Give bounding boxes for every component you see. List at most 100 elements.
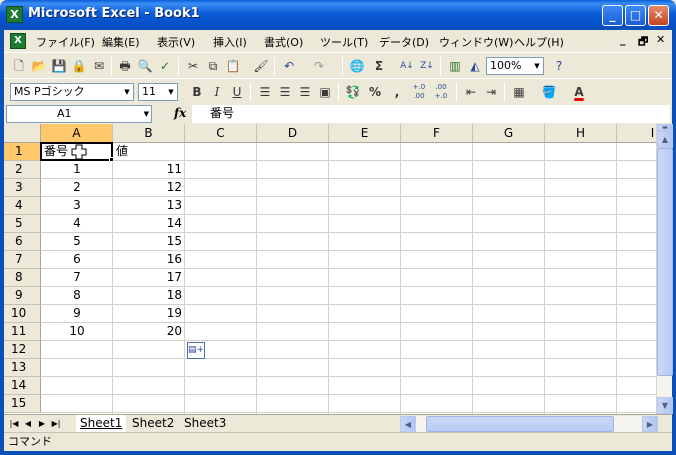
column-header-g[interactable]: G xyxy=(473,124,545,143)
cell-b2[interactable]: 11 xyxy=(113,161,185,179)
email-icon[interactable]: ✉ xyxy=(90,57,108,75)
paste-icon[interactable]: 📋 xyxy=(224,57,242,75)
cell-a8[interactable]: 7 xyxy=(41,269,113,287)
cell-a10[interactable]: 9 xyxy=(41,305,113,323)
last-sheet-button[interactable]: ▶| xyxy=(50,417,62,430)
cell-b6[interactable]: 15 xyxy=(113,233,185,251)
column-header-h[interactable]: H xyxy=(545,124,617,143)
italic-button[interactable]: I xyxy=(208,83,226,101)
row-header-12[interactable]: 12 xyxy=(4,341,41,359)
row-header-9[interactable]: 9 xyxy=(4,287,41,305)
font-color-button[interactable]: A xyxy=(570,83,588,101)
autosum-icon[interactable]: Σ xyxy=(370,57,388,75)
vertical-scroll-thumb[interactable] xyxy=(657,148,673,376)
paste-options-icon[interactable]: ▤+ xyxy=(187,342,205,359)
percent-button[interactable]: % xyxy=(366,83,384,101)
cell-b11[interactable]: 20 xyxy=(113,323,185,341)
currency-icon[interactable]: 💱 xyxy=(344,83,362,101)
cell-a6[interactable]: 5 xyxy=(41,233,113,251)
column-header-i[interactable]: I xyxy=(617,124,656,143)
row-header-7[interactable]: 7 xyxy=(4,251,41,269)
sheet-tab-sheet2[interactable]: Sheet2 xyxy=(128,415,178,432)
cell-b5[interactable]: 14 xyxy=(113,215,185,233)
permission-icon[interactable]: 🔒 xyxy=(70,57,88,75)
menu-insert[interactable]: 挿入(I) xyxy=(213,34,247,50)
cell-a9[interactable]: 8 xyxy=(41,287,113,305)
select-all-corner[interactable] xyxy=(4,124,41,143)
open-icon[interactable]: 📂 xyxy=(30,57,48,75)
worksheet-grid[interactable]: A B C D E F G H I 1 2 3 4 5 6 7 8 9 10 11 12 13 14 15 番号値 1 11 2 12 3… xyxy=(4,124,656,414)
horizontal-scroll-thumb[interactable] xyxy=(426,416,614,432)
doc-minimize-button[interactable]: _ xyxy=(620,33,626,46)
cell-a7[interactable]: 6 xyxy=(41,251,113,269)
font-size-dropdown[interactable]: 11 ▼ xyxy=(138,83,178,101)
cell-b9[interactable]: 18 xyxy=(113,287,185,305)
row-header-6[interactable]: 6 xyxy=(4,233,41,251)
row-header-4[interactable]: 4 xyxy=(4,197,41,215)
row-header-2[interactable]: 2 xyxy=(4,161,41,179)
increase-decimal-button[interactable]: +.0 .00 xyxy=(410,83,428,101)
cell-b8[interactable]: 17 xyxy=(113,269,185,287)
doc-close-button[interactable]: ✕ xyxy=(656,33,665,46)
row-header-8[interactable]: 8 xyxy=(4,269,41,287)
increase-indent-icon[interactable]: ⇥ xyxy=(482,83,500,101)
undo-icon[interactable]: ↶ xyxy=(280,57,298,75)
scroll-down-button[interactable]: ▼ xyxy=(657,397,673,414)
cell-b10[interactable]: 19 xyxy=(113,305,185,323)
row-header-10[interactable]: 10 xyxy=(4,305,41,323)
scroll-right-button[interactable]: ▶ xyxy=(642,416,658,432)
cell-a4[interactable]: 3 xyxy=(41,197,113,215)
cell-b7[interactable]: 16 xyxy=(113,251,185,269)
menu-file[interactable]: ファイル(F) xyxy=(36,34,95,50)
row-header-13[interactable]: 13 xyxy=(4,359,41,377)
cell-a11[interactable]: 10 xyxy=(41,323,113,341)
column-header-b[interactable]: B xyxy=(113,124,185,143)
workbook-icon[interactable]: X xyxy=(10,33,26,49)
row-header-14[interactable]: 14 xyxy=(4,377,41,395)
chart-wizard-icon[interactable]: ▥ xyxy=(446,57,464,75)
menu-tools[interactable]: ツール(T) xyxy=(320,34,368,50)
cell-b1[interactable]: 値 xyxy=(113,143,185,161)
first-sheet-button[interactable]: |◀ xyxy=(8,417,20,430)
next-sheet-button[interactable]: ▶ xyxy=(36,417,48,430)
cell-b3[interactable]: 12 xyxy=(113,179,185,197)
horizontal-scrollbar[interactable]: ◀ ▶ xyxy=(400,416,658,432)
formula-input[interactable]: 番号 xyxy=(192,105,670,123)
decrease-indent-icon[interactable]: ⇤ xyxy=(462,83,480,101)
hyperlink-icon[interactable]: 🌐 xyxy=(348,57,366,75)
cell-a5[interactable]: 4 xyxy=(41,215,113,233)
maximize-button[interactable]: □ xyxy=(625,5,646,26)
redo-icon[interactable]: ↷ xyxy=(310,57,328,75)
merge-center-icon[interactable]: ▣ xyxy=(316,83,334,101)
sheet-tab-sheet1[interactable]: Sheet1 xyxy=(76,415,127,432)
copy-icon[interactable]: ⧉ xyxy=(204,57,222,75)
comma-button[interactable]: , xyxy=(388,83,406,101)
underline-button[interactable]: U xyxy=(228,83,246,101)
cell-a2[interactable]: 1 xyxy=(41,161,113,179)
menu-data[interactable]: データ(D) xyxy=(379,34,429,50)
print-icon[interactable]: 🖶 xyxy=(116,57,134,75)
close-button[interactable]: ✕ xyxy=(648,5,669,26)
scroll-up-button[interactable]: ▲ xyxy=(657,131,673,148)
column-header-c[interactable]: C xyxy=(185,124,257,143)
bold-button[interactable]: B xyxy=(188,83,206,101)
menu-window[interactable]: ウィンドウ(W) xyxy=(439,34,513,50)
format-painter-icon[interactable]: 🖌 xyxy=(252,57,270,75)
column-header-d[interactable]: D xyxy=(257,124,329,143)
scroll-left-button[interactable]: ◀ xyxy=(400,416,416,432)
sort-descending-icon[interactable]: Z↓ xyxy=(418,57,436,75)
menu-help[interactable]: ヘルプ(H) xyxy=(514,34,564,50)
spelling-icon[interactable]: ✓ xyxy=(156,57,174,75)
cut-icon[interactable]: ✂ xyxy=(184,57,202,75)
doc-restore-button[interactable]: 🗗 xyxy=(638,33,648,52)
row-header-5[interactable]: 5 xyxy=(4,215,41,233)
name-box[interactable]: A1 ▼ xyxy=(6,105,152,123)
column-header-f[interactable]: F xyxy=(401,124,473,143)
row-header-3[interactable]: 3 xyxy=(4,179,41,197)
cell-a3[interactable]: 2 xyxy=(41,179,113,197)
save-icon[interactable]: 💾 xyxy=(50,57,68,75)
align-right-icon[interactable]: ☰ xyxy=(296,83,314,101)
zoom-dropdown[interactable]: 100% ▼ xyxy=(486,57,544,75)
sort-ascending-icon[interactable]: A↓ xyxy=(398,57,416,75)
column-header-e[interactable]: E xyxy=(329,124,401,143)
